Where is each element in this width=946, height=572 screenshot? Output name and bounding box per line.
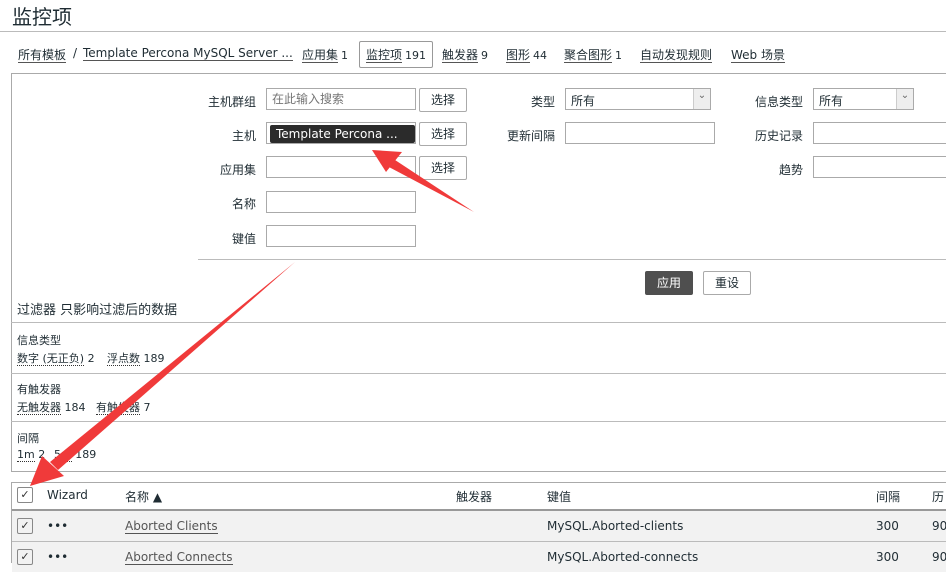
breadcrumb-template[interactable]: Template Percona MySQL Server ... [83, 46, 293, 61]
subfilter-group-label: 信息类型 [17, 334, 61, 347]
header-interval[interactable]: 间隔 [876, 488, 900, 505]
subfilter-item[interactable]: 数字 (无正负) 2 [17, 350, 95, 366]
item-key: MySQL.Aborted-clients [547, 519, 684, 533]
tab-screens[interactable]: 聚合图形 1 [564, 46, 622, 63]
history-input[interactable] [813, 122, 946, 144]
subfilter-item[interactable]: 1m 2 [17, 448, 45, 462]
interval-input[interactable] [565, 122, 715, 144]
history-label: 历史记录 [754, 129, 803, 143]
item-interval: 300 [876, 519, 899, 533]
host-select-button[interactable]: 选择 [419, 122, 467, 146]
name-label: 名称 [231, 197, 256, 211]
item-history: 90 [932, 550, 946, 564]
wizard-menu-icon[interactable]: ••• [47, 550, 68, 564]
application-input[interactable] [266, 156, 416, 178]
breadcrumb-separator: / [73, 46, 78, 60]
tab-items[interactable]: 监控项 191 [359, 41, 434, 68]
type-select[interactable]: 所有 [565, 88, 711, 110]
subfilter-title: 过滤器 只影响过滤后的数据 [17, 303, 178, 318]
subfilter-group-label: 有触发器 [17, 383, 61, 396]
type-label: 类型 [530, 95, 555, 109]
name-input[interactable] [266, 191, 416, 213]
divider [11, 373, 946, 374]
select-all-checkbox[interactable]: ✓ [17, 487, 33, 503]
host-group-label: 主机群组 [207, 95, 256, 109]
subfilter-item[interactable]: 5m 189 [54, 448, 96, 462]
tab-applications[interactable]: 应用集 1 [302, 46, 348, 63]
application-select-button[interactable]: 选择 [419, 156, 467, 180]
divider [11, 322, 946, 323]
divider [11, 421, 946, 422]
filter-panel [11, 73, 946, 472]
wizard-menu-icon[interactable]: ••• [47, 519, 68, 533]
header-name[interactable]: 名称 ▲ [125, 488, 162, 505]
table-row: ✓ ••• Aborted Connects MySQL.Aborted-con… [12, 542, 946, 572]
interval-label: 更新间隔 [506, 129, 555, 143]
remove-icon[interactable]: ✖ [276, 143, 286, 157]
row-checkbox[interactable]: ✓ [17, 549, 33, 565]
tab-web[interactable]: Web 场景 [731, 46, 785, 63]
subfilter-item[interactable]: 有触发器 7 [96, 399, 151, 415]
host-chip: Template Percona ... ✖ [270, 125, 415, 157]
info-type-select[interactable]: 所有 [813, 88, 914, 110]
row-checkbox[interactable]: ✓ [17, 518, 33, 534]
table-row: ✓ ••• Aborted Clients MySQL.Aborted-clie… [12, 511, 946, 542]
key-label: 键值 [231, 232, 256, 246]
host-group-select-button[interactable]: 选择 [419, 88, 467, 112]
item-interval: 300 [876, 550, 899, 564]
item-name-link[interactable]: Aborted Connects [125, 550, 233, 565]
header-wizard: Wizard [47, 488, 88, 502]
divider [198, 259, 946, 260]
page-title: 监控项 [12, 5, 72, 29]
key-input[interactable] [266, 225, 416, 247]
tab-discovery[interactable]: 自动发现规则 [640, 46, 713, 63]
item-history: 90 [932, 519, 946, 533]
breadcrumb-all-templates[interactable]: 所有模板 [18, 46, 67, 63]
item-name-link[interactable]: Aborted Clients [125, 519, 218, 534]
trends-input[interactable] [813, 156, 946, 178]
tab-triggers[interactable]: 触发器 9 [442, 46, 488, 63]
subfilter-group-label: 间隔 [17, 432, 39, 445]
divider [0, 31, 946, 32]
info-type-label: 信息类型 [754, 95, 803, 109]
reset-button[interactable]: 重设 [703, 271, 751, 295]
trends-label: 趋势 [778, 163, 803, 177]
host-group-input[interactable] [266, 88, 416, 110]
tab-graphs[interactable]: 图形 44 [506, 46, 547, 63]
subfilter-item[interactable]: 无触发器 184 [17, 399, 86, 415]
host-input[interactable]: Template Percona ... ✖ [266, 122, 416, 157]
subfilter-item[interactable]: 浮点数 189 [107, 350, 165, 366]
item-key: MySQL.Aborted-connects [547, 550, 699, 564]
apply-button[interactable]: 应用 [645, 271, 693, 295]
header-history[interactable]: 历 [932, 488, 944, 505]
application-label: 应用集 [219, 163, 256, 177]
host-label: 主机 [231, 129, 256, 143]
header-triggers: 触发器 [456, 490, 493, 504]
header-key[interactable]: 键值 [547, 488, 571, 505]
